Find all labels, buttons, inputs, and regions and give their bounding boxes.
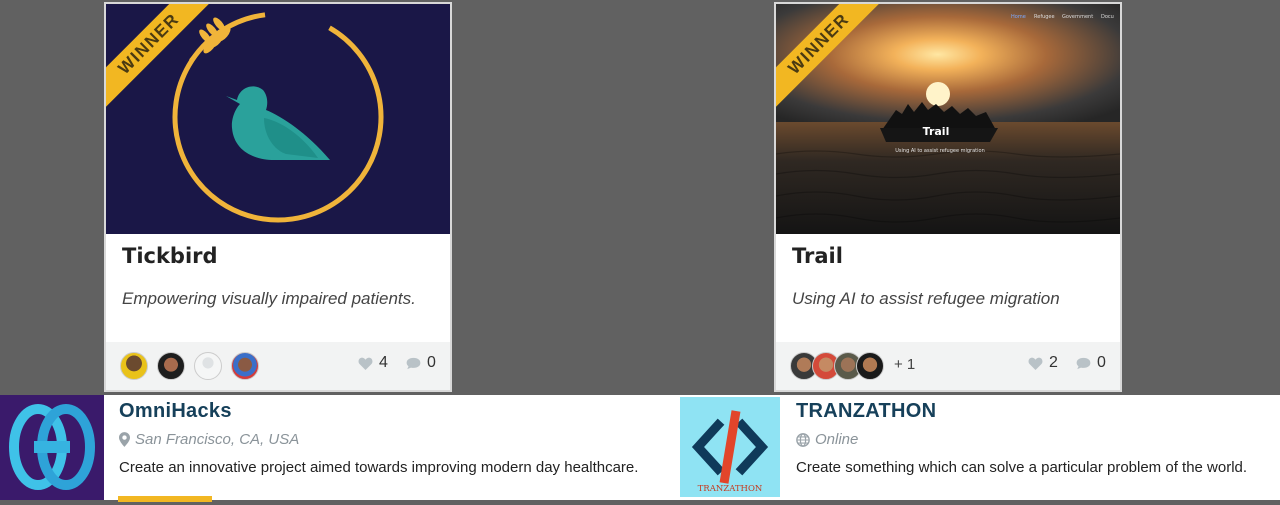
card-footer: + 1 2 0: [776, 342, 1120, 390]
globe-icon: [796, 432, 810, 447]
winner-ribbon: WINNER: [776, 4, 886, 114]
likes-count[interactable]: 2: [1028, 354, 1058, 372]
tranzathon-logo: TRANZATHON: [680, 397, 780, 497]
winner-badge: WINNER: [776, 4, 886, 114]
nav-refugee: Refugee: [1034, 14, 1055, 20]
comment-icon: [406, 357, 421, 369]
likes-count[interactable]: 4: [358, 354, 388, 372]
avatar[interactable]: [157, 352, 185, 380]
avatar[interactable]: [231, 352, 259, 380]
avatar[interactable]: [856, 352, 884, 380]
map-pin-icon: [119, 432, 130, 447]
project-title[interactable]: Tickbird: [122, 244, 218, 268]
project-tagline: Empowering visually impaired patients.: [122, 289, 416, 308]
nav-docu: Docu: [1101, 14, 1114, 20]
hackathon-logo[interactable]: [0, 395, 104, 500]
likes-value: 2: [1049, 354, 1058, 371]
comments-count[interactable]: 0: [406, 354, 436, 372]
location-text: Online: [815, 431, 859, 448]
card-footer: 4 0: [106, 342, 450, 390]
comments-value: 0: [1097, 354, 1106, 371]
nav-government: Government: [1062, 14, 1093, 20]
project-card-tickbird[interactable]: WINNER Tickbird Empowering visually impa…: [104, 2, 452, 392]
likes-value: 4: [379, 354, 388, 371]
nav-home: Home: [1011, 14, 1026, 20]
heart-icon: [358, 357, 373, 370]
more-members: + 1: [894, 356, 916, 373]
comment-icon: [1076, 357, 1091, 369]
hero-title: Trail: [923, 125, 950, 138]
hackathon-name[interactable]: TRANZATHON: [796, 400, 936, 423]
project-title[interactable]: Trail: [792, 244, 843, 268]
comments-count[interactable]: 0: [1076, 354, 1106, 372]
location-text: San Francisco, CA, USA: [135, 431, 300, 448]
hackathon-tranzathon[interactable]: TRANZATHON TRANZATHON Online Create some…: [678, 395, 1280, 500]
hackathon-name[interactable]: OmniHacks: [119, 400, 232, 423]
omnihacks-logo: [0, 395, 104, 500]
winner-badge: WINNER: [106, 4, 216, 114]
hackathon-omnihacks[interactable]: OmniHacks San Francisco, CA, USA Create …: [0, 395, 678, 502]
hackathon-logo[interactable]: TRANZATHON: [680, 395, 780, 500]
logo-text: TRANZATHON: [698, 484, 763, 494]
hackathon-description: Create something which can solve a parti…: [796, 459, 1248, 476]
hackathon-location: San Francisco, CA, USA: [119, 431, 299, 448]
project-tagline: Using AI to assist refugee migration: [792, 289, 1060, 308]
avatar[interactable]: [120, 352, 148, 380]
hackathon-location: Online: [796, 431, 858, 448]
avatar[interactable]: [194, 352, 222, 380]
heart-icon: [1028, 357, 1043, 370]
hero-subtitle: Using AI to assist refugee migration: [895, 148, 985, 154]
hackathon-description: Create an innovative project aimed towar…: [119, 459, 639, 476]
winner-ribbon: WINNER: [106, 4, 216, 114]
comments-value: 0: [427, 354, 436, 371]
project-card-trail[interactable]: Trail Using AI to assist refugee migrati…: [774, 2, 1122, 392]
hackathon-action-button[interactable]: [118, 496, 212, 502]
